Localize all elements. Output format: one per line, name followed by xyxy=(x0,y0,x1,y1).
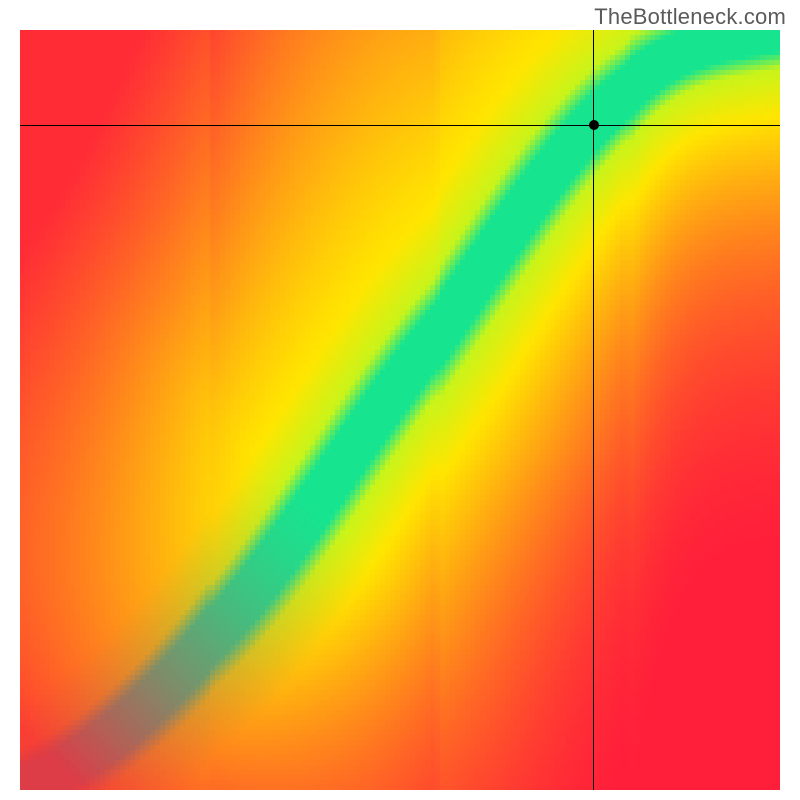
bottleneck-heatmap xyxy=(20,30,780,790)
chart-container: TheBottleneck.com xyxy=(0,0,800,800)
crosshair-horizontal xyxy=(20,125,780,126)
crosshair-vertical xyxy=(593,30,594,790)
attribution-label: TheBottleneck.com xyxy=(594,4,786,30)
selected-point-marker xyxy=(589,120,599,130)
